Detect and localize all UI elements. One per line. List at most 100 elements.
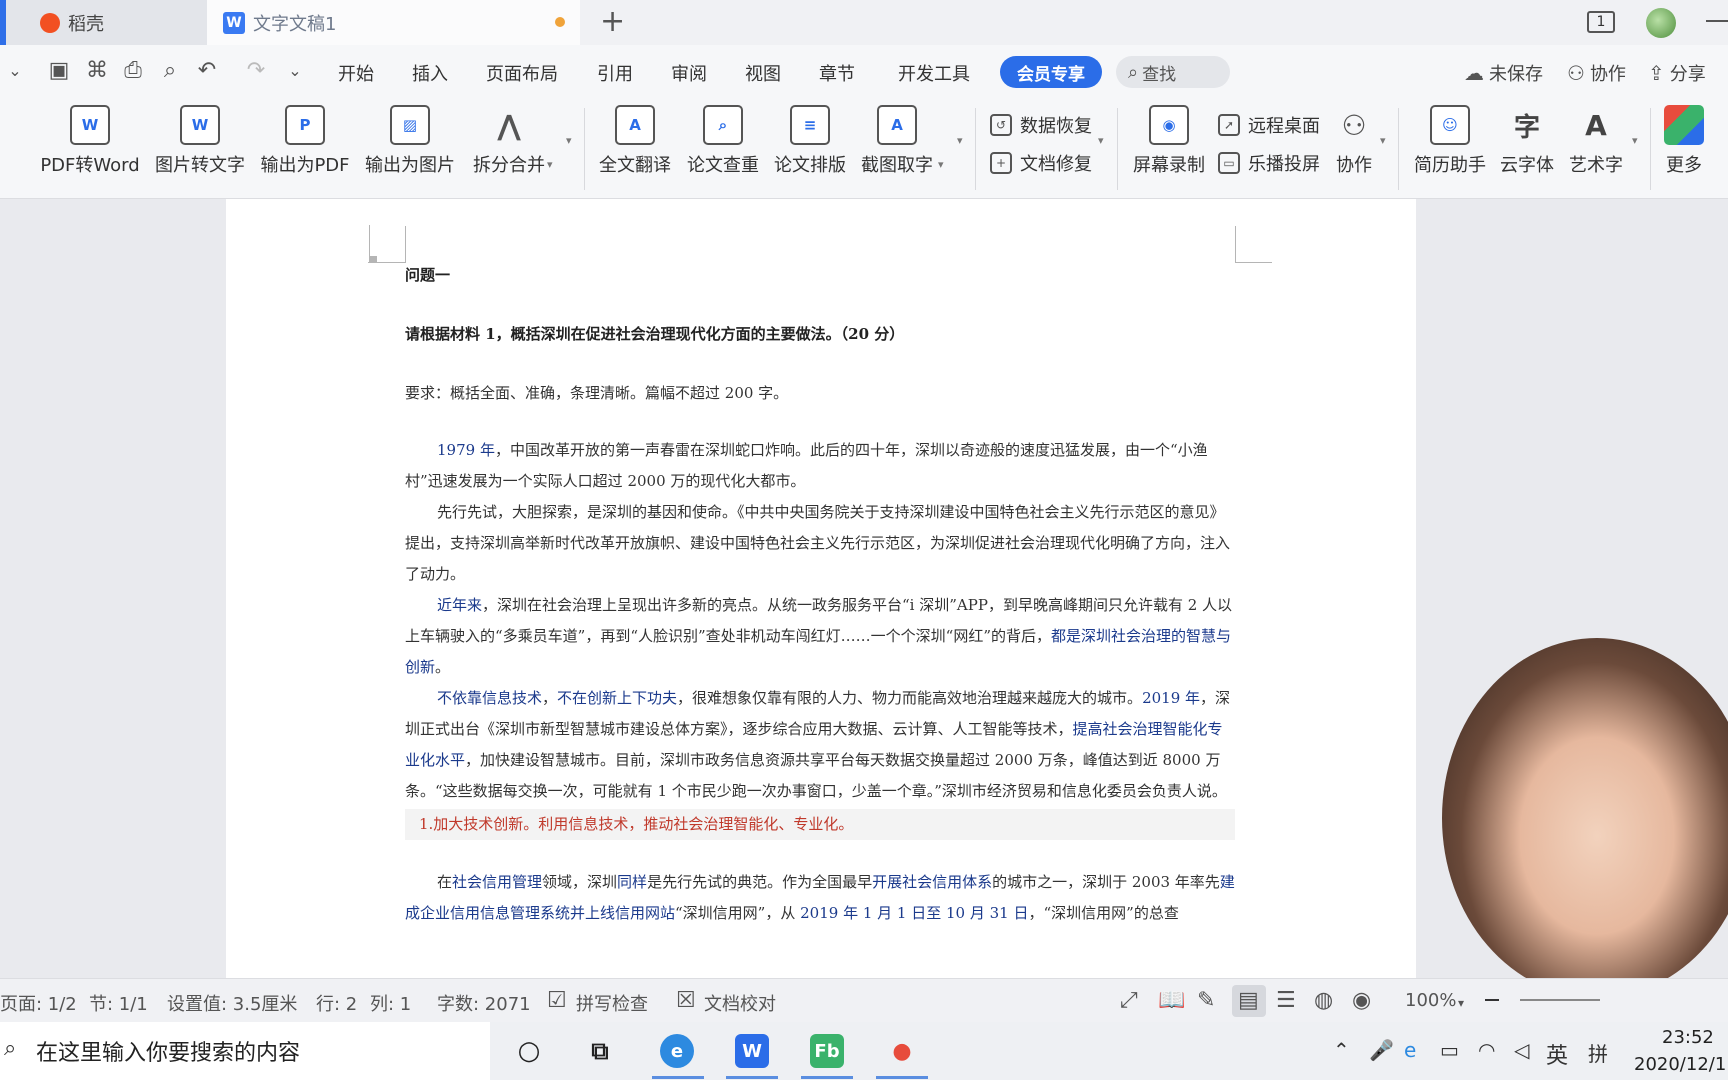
quick-access-more-icon[interactable]: ⌄ <box>282 58 308 84</box>
highlight-phrase: 社会信用管理 <box>452 873 543 891</box>
zoom-dropdown-icon[interactable]: ▾ <box>1458 996 1464 1010</box>
ribbon-group-expand-icon[interactable]: ▾ <box>1632 134 1638 147</box>
export-image-button[interactable]: ▨ 输出为图片 <box>364 105 456 177</box>
save-icon[interactable]: ▣ <box>46 58 72 84</box>
outline-view-icon[interactable]: ☰ <box>1276 988 1296 1013</box>
minimize-icon[interactable] <box>1706 20 1728 22</box>
art-text-icon: A <box>1585 108 1607 142</box>
eye-protection-icon[interactable]: ◉ <box>1352 988 1371 1013</box>
tab-document[interactable]: W 文字文稿1 <box>207 0 580 45</box>
ie-tray-icon[interactable]: e <box>1404 1038 1416 1062</box>
pdf-to-word-button[interactable]: W PDF转Word <box>38 105 142 177</box>
spell-check-button[interactable]: 拼写检查 <box>576 990 648 1016</box>
menu-view[interactable]: 视图 <box>745 60 781 86</box>
volume-icon[interactable]: ◁ <box>1514 1038 1529 1062</box>
spell-check-icon: ☑ <box>547 988 567 1013</box>
resume-helper-button[interactable]: ☺ 简历助手 <box>1412 105 1488 177</box>
taskbar-search[interactable]: 在这里输入你要搜索的内容 <box>0 1022 490 1080</box>
member-button[interactable]: 会员专享 <box>1000 56 1102 88</box>
share-button[interactable]: ⇪ 分享 <box>1648 60 1706 86</box>
menu-insert[interactable]: 插入 <box>412 60 448 86</box>
screenshot-text-dropdown-icon[interactable]: ▾ <box>938 158 944 171</box>
cortana-icon[interactable]: ○ <box>512 1034 546 1068</box>
ime-mode[interactable]: 拼 <box>1588 1038 1608 1067</box>
cloud-font-button[interactable]: 字云字体 <box>1498 105 1556 177</box>
cloud-font-icon: 字 <box>1513 112 1540 143</box>
status-page[interactable]: 页面: 1/2 <box>0 990 77 1016</box>
read-mode-icon[interactable]: 📖 <box>1158 988 1185 1013</box>
menu-start[interactable]: 开始 <box>338 60 374 86</box>
clock-time[interactable]: 23:52 <box>1662 1027 1714 1048</box>
proofread-button[interactable]: 文档校对 <box>704 990 776 1016</box>
art-text-button[interactable]: A 艺术字 <box>1566 105 1626 177</box>
ribbon-group-expand-icon[interactable]: ▾ <box>1380 134 1386 147</box>
ribbon-group-expand-icon[interactable]: ▾ <box>566 134 572 147</box>
menu-chapter[interactable]: 章节 <box>819 60 855 86</box>
ribbon-group-expand-icon[interactable]: ▾ <box>1098 134 1104 147</box>
split-merge-dropdown-icon[interactable]: ▾ <box>547 158 553 171</box>
redo-icon[interactable]: ↷ <box>243 58 269 84</box>
user-avatar[interactable] <box>1646 8 1676 38</box>
split-merge-button[interactable]: ⋀ 拆分合并 <box>469 105 549 177</box>
microphone-icon[interactable]: 🎤 <box>1369 1038 1394 1062</box>
find-button[interactable]: ⌕ 查找 <box>1116 56 1230 88</box>
status-section[interactable]: 节: 1/1 <box>89 990 148 1016</box>
remote-desktop-button[interactable]: ➚ 远程桌面 <box>1218 112 1320 138</box>
ribbon-separator <box>584 108 585 190</box>
status-word-count[interactable]: 字数: 2071 <box>437 990 531 1016</box>
undo-icon[interactable]: ↶ <box>194 58 220 84</box>
screen-record-button[interactable]: ◉ 屏幕录制 <box>1130 105 1208 177</box>
task-view-icon[interactable]: ⧉ <box>583 1034 617 1068</box>
ribbon-group-expand-icon[interactable]: ▾ <box>957 134 963 147</box>
wifi-icon[interactable]: ◠ <box>1478 1038 1495 1062</box>
format-painter-icon[interactable]: ⌘ <box>84 58 110 84</box>
full-translate-button[interactable]: A 全文翻译 <box>598 105 672 177</box>
remote-desktop-label: 远程桌面 <box>1248 116 1320 137</box>
collaborate-button[interactable]: ⚇ 协作 <box>1567 60 1626 86</box>
image-to-text-button[interactable]: W 图片转文字 <box>154 105 246 177</box>
menu-developer[interactable]: 开发工具 <box>898 60 970 86</box>
print-preview-icon[interactable]: ⌕ <box>157 58 183 84</box>
battery-icon[interactable]: ▭ <box>1440 1038 1459 1062</box>
paper-layout-button[interactable]: ≡ 论文排版 <box>773 105 847 177</box>
wps-office-icon[interactable]: W <box>735 1034 769 1068</box>
export-pdf-button[interactable]: P 输出为PDF <box>259 105 351 177</box>
status-setting[interactable]: 设置值: 3.5厘米 <box>167 990 297 1016</box>
clock-date[interactable]: 2020/12/1 <box>1634 1054 1726 1075</box>
paragraph-text: “深圳信用网”，从 <box>675 904 801 922</box>
tab-docer[interactable]: 稻壳 <box>0 0 207 45</box>
cast-screen-button[interactable]: ▭ 乐播投屏 <box>1218 150 1320 176</box>
data-recovery-button[interactable]: ↺ 数据恢复 <box>990 112 1092 138</box>
doc-repair-button[interactable]: + 文档修复 <box>990 150 1092 176</box>
window-count-button[interactable]: 1 <box>1587 11 1615 33</box>
recorder-icon[interactable]: ● <box>885 1034 919 1068</box>
running-indicator <box>876 1076 928 1079</box>
ribbon-separator <box>1398 108 1399 190</box>
write-mode-icon[interactable]: ✎ <box>1197 988 1215 1013</box>
paper-check-button[interactable]: ⌕ 论文查重 <box>686 105 760 177</box>
tray-expand-icon[interactable]: ⌃ <box>1333 1038 1350 1062</box>
zoom-slider[interactable] <box>1520 999 1600 1001</box>
edge-browser-icon[interactable]: e <box>660 1034 694 1068</box>
add-user-icon: ⚇ <box>1341 108 1367 142</box>
menu-review[interactable]: 审阅 <box>671 60 707 86</box>
new-tab-button[interactable]: + <box>600 4 625 39</box>
unsaved-button[interactable]: ☁ 未保存 <box>1464 60 1543 86</box>
fullscreen-icon[interactable]: ⤢ <box>1120 988 1138 1013</box>
paragraph-text: 是先行先试的典范。作为全国最早 <box>647 873 873 891</box>
ime-language[interactable]: 英 <box>1546 1038 1568 1070</box>
highlight-phrase: 不在创新上下功夫 <box>557 689 678 707</box>
paper-check-icon: ⌕ <box>703 105 743 145</box>
web-view-icon[interactable]: ◍ <box>1314 988 1333 1013</box>
collapse-chevron-icon[interactable]: ⌄ <box>2 58 28 84</box>
zoom-level[interactable]: 100% <box>1405 990 1456 1011</box>
collab-button[interactable]: ⚇ 协作 <box>1332 105 1376 177</box>
fb-app-icon[interactable]: Fb <box>810 1034 844 1068</box>
screenshot-text-button[interactable]: A 截图取字 <box>860 105 934 177</box>
print-icon[interactable]: ⎙ <box>120 58 146 84</box>
menu-references[interactable]: 引用 <box>597 60 633 86</box>
more-button[interactable]: 更多 <box>1662 105 1706 177</box>
zoom-out-icon[interactable] <box>1485 999 1499 1001</box>
document-body[interactable]: 问题一 请根据材料 1，概括深圳在促进社会治理现代化方面的主要做法。（20 分）… <box>405 240 1235 929</box>
menu-page-layout[interactable]: 页面布局 <box>486 60 558 86</box>
